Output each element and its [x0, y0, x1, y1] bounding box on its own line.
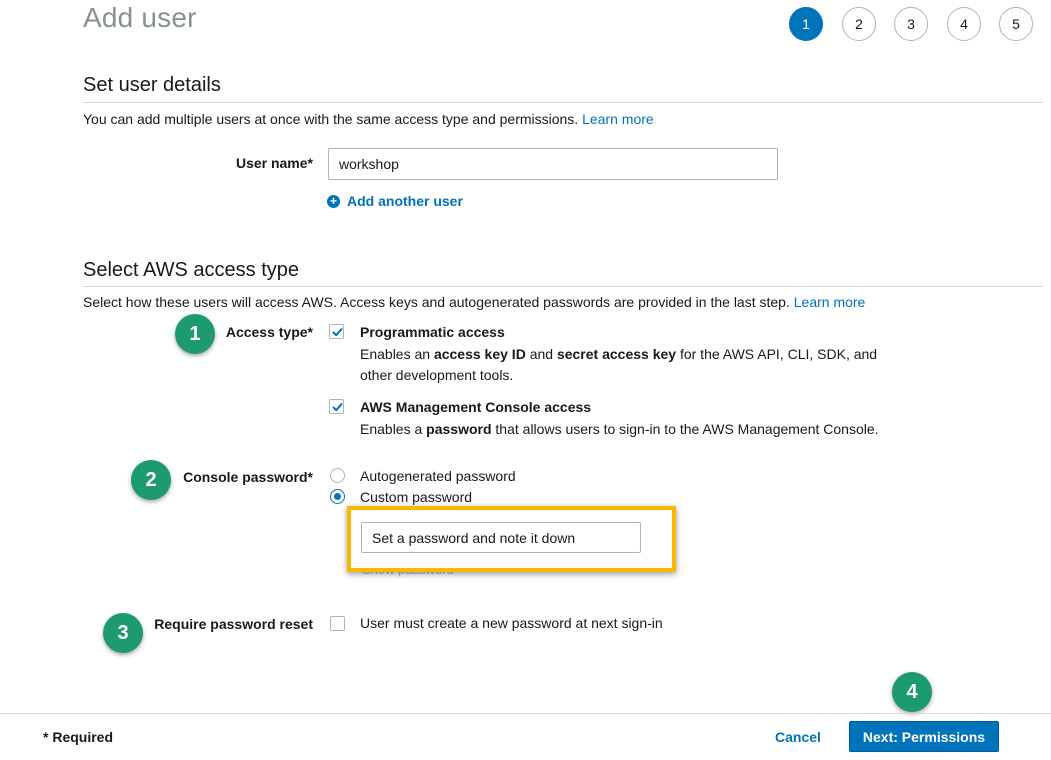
required-note: * Required [43, 729, 114, 745]
access-type-description: Select how these users will access AWS. … [83, 294, 865, 310]
step-1[interactable]: 1 [789, 7, 823, 41]
console-access-checkbox[interactable] [329, 399, 344, 414]
username-label: User name* [235, 155, 313, 171]
programmatic-access-title: Programmatic access [360, 324, 505, 340]
access-type-label: Access type* [225, 324, 313, 340]
section-title-access-type: Select AWS access type [83, 259, 300, 281]
section-divider [83, 102, 1043, 103]
custom-password-label: Custom password [360, 489, 473, 505]
console-password-label: Console password* [183, 469, 313, 485]
console-access-description: Enables a password that allows users to … [360, 421, 879, 437]
step-5[interactable]: 5 [999, 7, 1033, 41]
require-password-reset-checkbox[interactable] [330, 616, 345, 631]
programmatic-access-description: Enables an access key ID and secret acce… [360, 346, 878, 383]
step-3[interactable]: 3 [894, 7, 928, 41]
user-details-description: You can add multiple users at once with … [83, 111, 654, 127]
section-title-user-details: Set user details [83, 74, 221, 96]
add-another-user-label: Add another user [347, 193, 463, 209]
section-divider [83, 286, 1043, 287]
step-badge-3: 3 [103, 613, 143, 653]
custom-password-radio[interactable] [330, 489, 345, 504]
learn-more-link[interactable]: Learn more [794, 294, 866, 310]
access-type-description-text: Select how these users will access AWS. … [83, 294, 790, 310]
username-input[interactable] [328, 148, 778, 180]
step-badge-1: 1 [175, 314, 215, 354]
programmatic-access-checkbox[interactable] [329, 324, 344, 339]
learn-more-link[interactable]: Learn more [582, 111, 654, 127]
page-title: Add user [83, 2, 197, 33]
step-4[interactable]: 4 [947, 7, 981, 41]
autogenerated-password-radio[interactable] [330, 468, 345, 483]
step-badge-4: 4 [892, 672, 932, 712]
footer-divider [0, 713, 1051, 714]
custom-password-input[interactable] [361, 522, 641, 553]
checkmark-icon [332, 328, 343, 337]
next-permissions-button[interactable]: Next: Permissions [849, 721, 999, 752]
autogenerated-password-label: Autogenerated password [360, 468, 516, 484]
require-password-reset-text: User must create a new password at next … [360, 615, 663, 631]
plus-circle-icon: + [327, 194, 340, 208]
user-details-description-text: You can add multiple users at once with … [83, 111, 579, 127]
require-password-reset-label: Require password reset [154, 616, 313, 632]
add-another-user-link[interactable]: + Add another user [327, 193, 463, 209]
cancel-button[interactable]: Cancel [775, 729, 821, 745]
step-badge-2: 2 [131, 460, 171, 500]
console-access-title: AWS Management Console access [360, 399, 592, 415]
step-2[interactable]: 2 [842, 7, 876, 41]
checkmark-icon [332, 403, 343, 412]
